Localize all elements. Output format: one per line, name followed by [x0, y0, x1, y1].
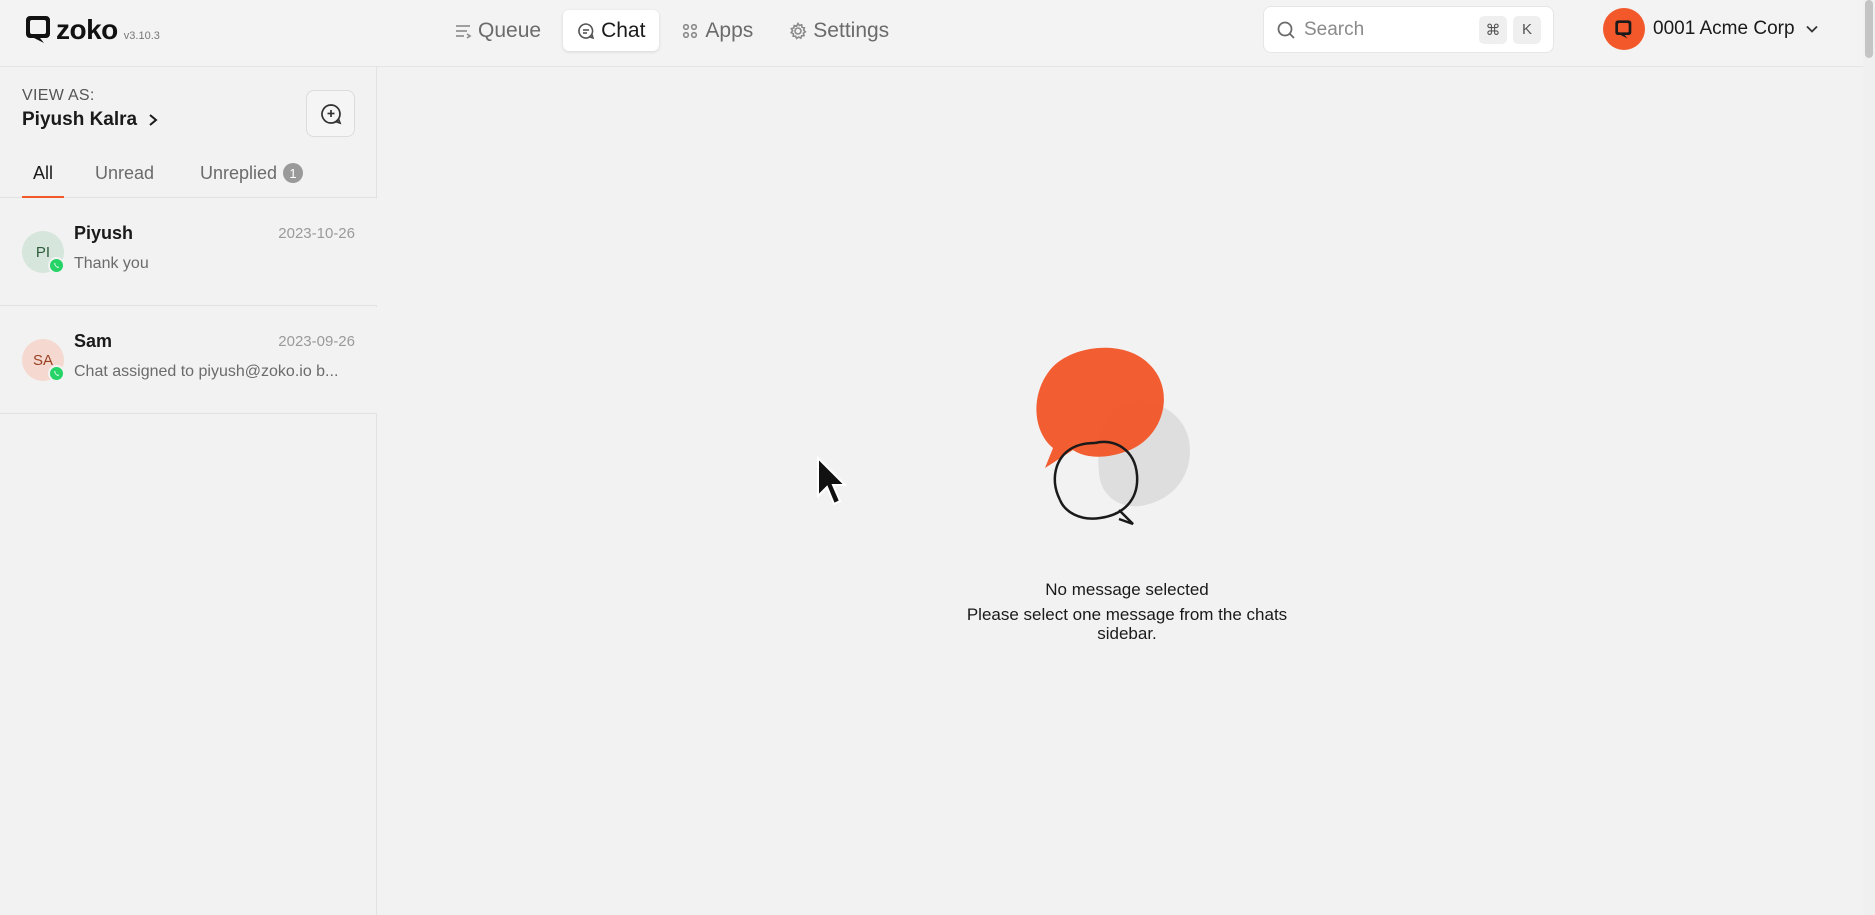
nav-chat[interactable]: Chat — [563, 10, 660, 51]
zoko-logo-icon — [1615, 20, 1632, 39]
tab-unreplied[interactable]: Unreplied 1 — [200, 163, 304, 198]
main-nav: Queue Chat Apps Settings — [440, 10, 903, 51]
empty-state-subtitle: Please select one message from the chats… — [966, 605, 1288, 643]
nav-apps-label: Apps — [705, 18, 754, 42]
account-switcher[interactable]: 0001 Acme Corp — [1603, 8, 1819, 50]
chat-contact-name: Sam — [74, 331, 113, 351]
whatsapp-icon — [48, 257, 65, 274]
nav-queue-label: Queue — [478, 18, 542, 42]
page-scrollbar[interactable] — [1863, 0, 1875, 915]
queue-icon — [456, 24, 472, 39]
new-chat-button[interactable] — [306, 90, 355, 137]
view-as-selector[interactable]: Piyush Kalra — [22, 109, 159, 131]
nav-queue[interactable]: Queue — [440, 10, 555, 51]
chat-date: 2023-09-26 — [278, 333, 355, 350]
chat-preview: Thank you — [74, 255, 149, 272]
view-as-label: VIEW AS: — [22, 87, 95, 104]
empty-state-title: No message selected — [1045, 580, 1209, 599]
search-input[interactable]: Search — [1304, 19, 1473, 41]
nav-apps[interactable]: Apps — [667, 10, 767, 51]
tab-all[interactable]: All — [22, 163, 64, 198]
top-bar: zoko v3.10.3 Queue Chat Apps Settings Se… — [0, 0, 1875, 67]
chevron-right-icon — [149, 114, 158, 126]
tab-all-label: All — [32, 163, 53, 183]
app-logo[interactable]: zoko v3.10.3 — [26, 14, 160, 44]
new-chat-icon — [320, 103, 341, 124]
shortcut-key-k: K — [1513, 15, 1541, 44]
zoko-logo-icon — [26, 16, 50, 43]
scrollbar-thumb[interactable] — [1865, 0, 1873, 58]
search-icon — [1277, 21, 1295, 39]
mouse-cursor-icon — [817, 456, 848, 506]
account-name: 0001 Acme Corp — [1653, 18, 1795, 39]
nav-settings-label: Settings — [813, 18, 890, 42]
logo-wordmark: zoko — [56, 14, 118, 45]
search-box[interactable]: Search ⌘ K — [1263, 6, 1554, 53]
chat-list-item[interactable]: PI Piyush 2023-10-26 Thank you — [0, 199, 377, 306]
nav-chat-label: Chat — [601, 18, 646, 42]
tab-unread-label: Unread — [95, 163, 155, 183]
chat-preview: Chat assigned to piyush@zoko.io b... — [74, 363, 339, 380]
shortcut-key-cmd: ⌘ — [1479, 15, 1507, 44]
chat-filter-tabs: All Unread Unreplied 1 — [0, 163, 377, 198]
chat-date: 2023-10-26 — [278, 225, 355, 242]
apps-icon — [683, 23, 698, 38]
gear-icon — [790, 21, 807, 40]
chevron-down-icon — [1805, 25, 1818, 33]
empty-chat-illustration — [1036, 347, 1190, 526]
chat-list-item[interactable]: SA Sam 2023-09-26 Chat assigned to piyus… — [0, 307, 377, 414]
app-version: v3.10.3 — [123, 30, 160, 42]
chat-icon — [578, 22, 595, 39]
chat-contact-name: Piyush — [74, 223, 134, 243]
nav-settings[interactable]: Settings — [775, 10, 903, 51]
whatsapp-icon — [48, 365, 65, 382]
tab-unread[interactable]: Unread — [95, 163, 154, 198]
tab-unreplied-label: Unreplied — [200, 163, 278, 183]
unreplied-count-badge: 1 — [283, 163, 304, 183]
view-as-name: Piyush Kalra — [22, 109, 138, 130]
chats-sidebar: VIEW AS: Piyush Kalra All Unread Unrepli… — [0, 67, 377, 915]
account-avatar — [1603, 8, 1645, 50]
